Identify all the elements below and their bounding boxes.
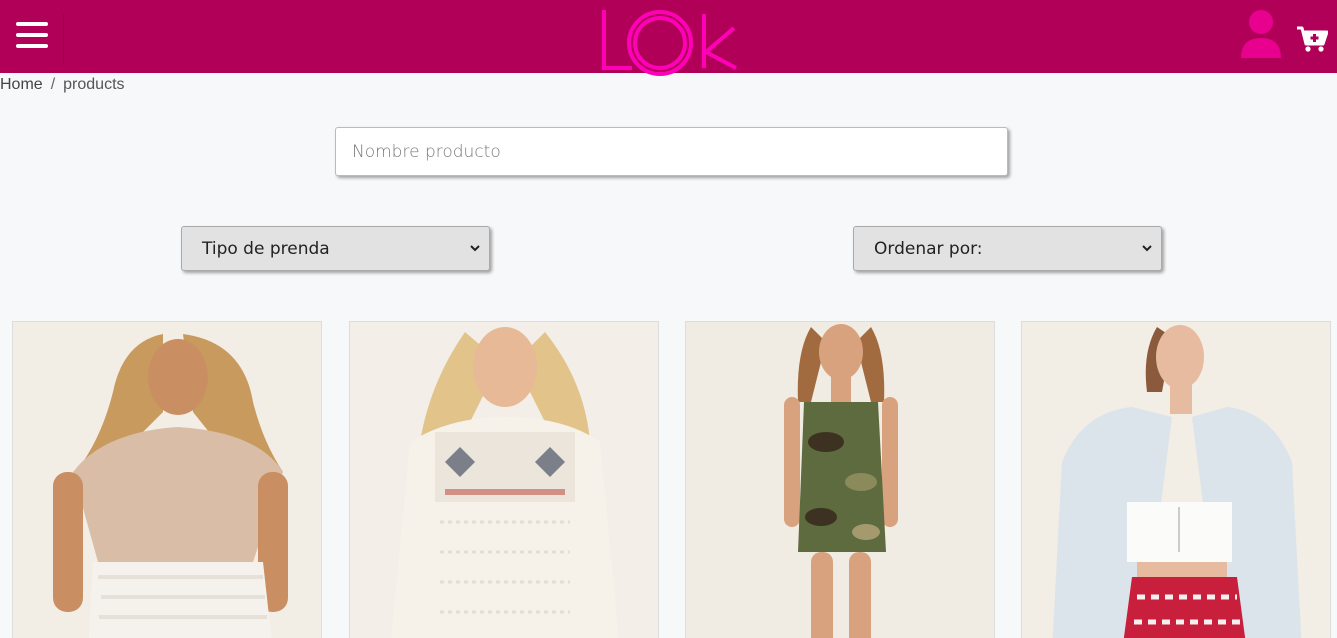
product-card[interactable] (349, 321, 659, 638)
product-image (686, 322, 994, 638)
product-image (13, 322, 321, 638)
product-image (1022, 322, 1330, 638)
product-card[interactable] (685, 321, 995, 638)
breadcrumb: Home / products (0, 76, 125, 94)
sort-order-select-value: Ordenar por: (874, 238, 983, 259)
breadcrumb-home-link[interactable]: Home (0, 76, 43, 93)
hamburger-menu-icon[interactable] (16, 22, 48, 50)
garment-type-select-value: Tipo de prenda (202, 238, 330, 259)
chevron-down-icon (470, 245, 480, 252)
product-image (350, 322, 658, 638)
sort-order-select[interactable]: Ordenar por: (853, 226, 1162, 271)
product-card[interactable] (1021, 321, 1331, 638)
breadcrumb-current: products (63, 76, 125, 93)
top-navbar (0, 0, 1337, 76)
product-card[interactable] (12, 321, 322, 638)
chevron-down-icon (1142, 245, 1152, 252)
cart-plus-icon[interactable] (1296, 25, 1328, 53)
garment-type-select[interactable]: Tipo de prenda (181, 226, 490, 271)
breadcrumb-separator: / (50, 76, 56, 93)
menu-divider (63, 14, 64, 64)
logo[interactable] (600, 6, 742, 80)
product-search-input[interactable] (335, 127, 1008, 176)
user-icon[interactable] (1240, 8, 1282, 58)
